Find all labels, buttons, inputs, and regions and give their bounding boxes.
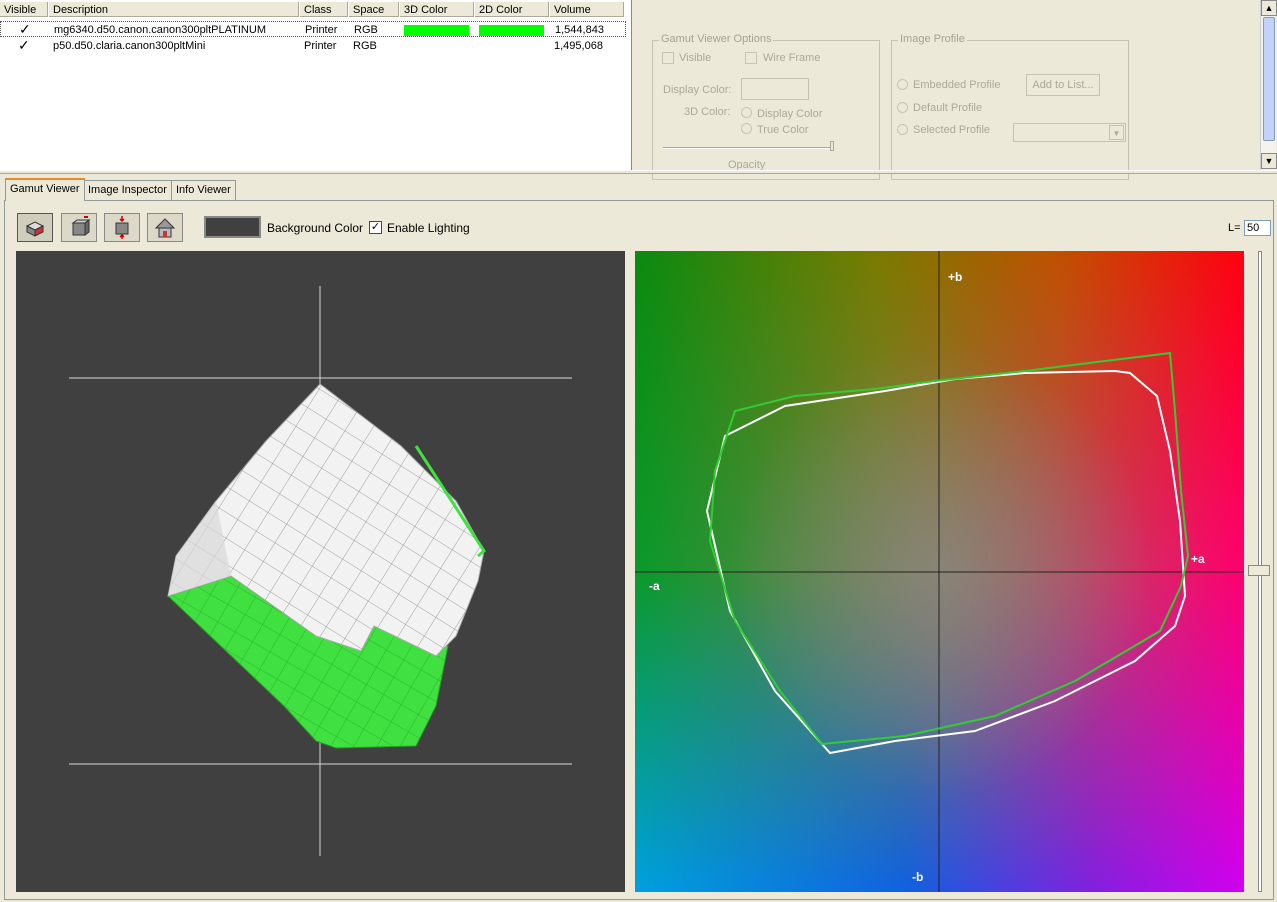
row-class: Printer [304, 40, 337, 52]
scroll-up-icon[interactable]: ▲ [1261, 0, 1277, 16]
box-view-icon [71, 216, 91, 236]
row-volume: 1,495,068 [554, 40, 603, 52]
row-class: Printer [305, 24, 338, 36]
group-title: Image Profile [898, 33, 967, 45]
chevron-down-icon[interactable]: ▼ [1109, 125, 1124, 140]
embedded-profile-radio[interactable] [897, 79, 908, 90]
row-description: mg6340.d50.canon.canon300pltPLATINUM [54, 24, 266, 36]
scrollbar-thumb[interactable] [1263, 17, 1275, 141]
3d-color-label: 3D Color: [684, 106, 731, 118]
row-space: RGB [354, 24, 378, 36]
enable-lighting-checkbox[interactable]: ✓ [369, 221, 382, 234]
minus-b-label: -b [912, 870, 924, 884]
column-header-3d-color[interactable]: 3D Color [400, 2, 474, 17]
opacity-slider-thumb[interactable] [830, 141, 834, 151]
home-view-icon [154, 218, 176, 238]
options-scrollbar[interactable]: ▲ ▼ [1260, 0, 1277, 170]
flip-view-icon [115, 216, 129, 239]
display-color-label: Display Color: [663, 84, 732, 96]
plus-a-label: +a [1191, 552, 1205, 566]
background-color-label: Background Color [267, 221, 364, 235]
l-value-label: L= [1228, 222, 1241, 234]
row-description: p50.d50.claria.canon300pltMini [53, 40, 206, 52]
column-header-description[interactable]: Description [49, 2, 299, 17]
row-3d-color-swatch[interactable] [404, 25, 469, 36]
row-2d-color-swatch[interactable] [479, 25, 544, 36]
opacity-slider[interactable] [663, 147, 831, 149]
image-profile-group: Image Profile Embedded Profile Add to Li… [891, 33, 1129, 180]
pane-splitter[interactable] [0, 170, 1277, 174]
minus-a-label: -a [649, 579, 660, 593]
box-view-button[interactable] [61, 213, 97, 242]
row-volume: 1,544,843 [555, 24, 604, 36]
options-pane: Gamut Viewer Options Visible Wire Frame … [638, 0, 1260, 180]
rotate-view-button[interactable] [17, 213, 53, 242]
scroll-down-icon[interactable]: ▼ [1261, 153, 1277, 169]
visible-label: Visible [679, 52, 712, 64]
rotate-view-icon [25, 221, 45, 237]
tab-image-inspector[interactable]: Image Inspector [83, 180, 172, 200]
l-value-input[interactable]: 50 [1244, 220, 1271, 236]
group-title: Gamut Viewer Options [659, 33, 774, 45]
default-profile-radio[interactable] [897, 102, 908, 113]
display-color-button[interactable] [741, 78, 809, 100]
visible-check[interactable]: ✓ [18, 37, 30, 54]
wireframe-checkbox[interactable] [745, 52, 757, 64]
column-header-visible[interactable]: Visible [0, 2, 48, 17]
true-color-radio[interactable] [741, 123, 752, 134]
visible-checkbox[interactable] [662, 52, 674, 64]
wireframe-label: Wire Frame [763, 52, 821, 64]
embedded-profile-label: Embedded Profile [913, 79, 1001, 91]
selected-profile-radio[interactable] [897, 124, 908, 135]
default-profile-label: Default Profile [913, 102, 983, 114]
home-view-button[interactable] [147, 213, 183, 242]
tab-info-viewer[interactable]: Info Viewer [171, 180, 236, 200]
gamut-3d-view[interactable] [16, 251, 625, 892]
true-color-radio-label: True Color [757, 124, 809, 136]
column-header-volume[interactable]: Volume [550, 2, 624, 17]
gamut-2d-canvas [635, 251, 1244, 892]
gamut-3d-canvas [69, 286, 572, 856]
gamut-2d-view[interactable]: +b -b +a -a [635, 251, 1244, 892]
selected-profile-dropdown[interactable]: ▼ [1013, 123, 1126, 142]
background-color-button[interactable] [204, 216, 261, 238]
profile-table: Visible Description Class Space 3D Color… [0, 0, 632, 170]
flip-view-button[interactable] [104, 213, 140, 242]
display-color-radio[interactable] [741, 107, 752, 118]
table-row[interactable]: ✓ p50.d50.claria.canon300pltMini Printer… [0, 37, 626, 54]
column-header-class[interactable]: Class [300, 2, 348, 17]
tab-gamut-viewer[interactable]: Gamut Viewer [5, 178, 85, 201]
plus-b-label: +b [948, 270, 963, 284]
gamut-viewer-options-group: Gamut Viewer Options Visible Wire Frame … [652, 33, 880, 180]
visible-check[interactable]: ✓ [19, 21, 31, 38]
selected-profile-label: Selected Profile [913, 124, 991, 136]
row-space: RGB [353, 40, 377, 52]
display-color-radio-label: Display Color [757, 108, 823, 120]
table-row[interactable]: ✓ mg6340.d50.canon.canon300pltPLATINUM P… [0, 21, 626, 37]
enable-lighting-label: Enable Lighting [387, 221, 470, 235]
lightness-slider-thumb[interactable] [1248, 565, 1270, 576]
column-header-space[interactable]: Space [349, 2, 399, 17]
column-header-2d-color[interactable]: 2D Color [475, 2, 549, 17]
add-to-list-button[interactable]: Add to List... [1026, 74, 1100, 96]
